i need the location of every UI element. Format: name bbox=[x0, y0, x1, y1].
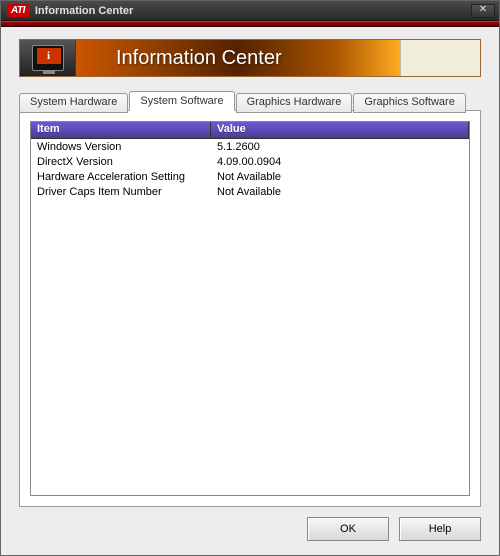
tab-system-hardware[interactable]: System Hardware bbox=[19, 93, 128, 113]
table-row[interactable]: DirectX Version 4.09.00.0904 bbox=[31, 154, 469, 169]
cell-item: Windows Version bbox=[31, 141, 211, 153]
cell-value: Not Available bbox=[211, 186, 469, 198]
close-button[interactable]: ✕ bbox=[471, 4, 495, 18]
banner-icon-box bbox=[20, 40, 76, 76]
info-listview[interactable]: Item Value Windows Version 5.1.2600 Dire… bbox=[30, 121, 470, 496]
tab-system-software[interactable]: System Software bbox=[129, 91, 234, 111]
table-row[interactable]: Driver Caps Item Number Not Available bbox=[31, 184, 469, 199]
button-row: OK Help bbox=[19, 517, 481, 541]
close-icon: ✕ bbox=[479, 4, 487, 15]
tab-panel: Item Value Windows Version 5.1.2600 Dire… bbox=[19, 110, 481, 507]
help-button[interactable]: Help bbox=[399, 517, 481, 541]
table-row[interactable]: Windows Version 5.1.2600 bbox=[31, 139, 469, 154]
tab-graphics-software[interactable]: Graphics Software bbox=[353, 93, 465, 113]
ati-logo: ATI bbox=[7, 4, 29, 17]
page-banner: Information Center bbox=[19, 39, 481, 77]
column-header-value[interactable]: Value bbox=[211, 122, 469, 139]
listview-header: Item Value bbox=[31, 122, 469, 139]
cell-item: Driver Caps Item Number bbox=[31, 186, 211, 198]
cell-item: Hardware Acceleration Setting bbox=[31, 171, 211, 183]
ok-button[interactable]: OK bbox=[307, 517, 389, 541]
page-title: Information Center bbox=[116, 47, 282, 70]
table-row[interactable]: Hardware Acceleration Setting Not Availa… bbox=[31, 169, 469, 184]
cell-item: DirectX Version bbox=[31, 156, 211, 168]
listview-body[interactable]: Windows Version 5.1.2600 DirectX Version… bbox=[31, 139, 469, 495]
titlebar[interactable]: ATI Information Center ✕ bbox=[1, 1, 499, 21]
cell-value: 5.1.2600 bbox=[211, 141, 469, 153]
content-area: Information Center System Hardware Syste… bbox=[1, 27, 499, 555]
tab-strip: System Hardware System Software Graphics… bbox=[19, 91, 481, 111]
information-center-window: ATI Information Center ✕ Information Cen… bbox=[0, 0, 500, 556]
cell-value: Not Available bbox=[211, 171, 469, 183]
column-header-item[interactable]: Item bbox=[31, 122, 211, 139]
tab-graphics-hardware[interactable]: Graphics Hardware bbox=[236, 93, 353, 113]
window-title: Information Center bbox=[35, 5, 471, 17]
info-monitor-icon bbox=[32, 45, 64, 71]
banner-title-area: Information Center bbox=[76, 40, 400, 76]
cell-value: 4.09.00.0904 bbox=[211, 156, 469, 168]
banner-extra bbox=[400, 40, 480, 76]
